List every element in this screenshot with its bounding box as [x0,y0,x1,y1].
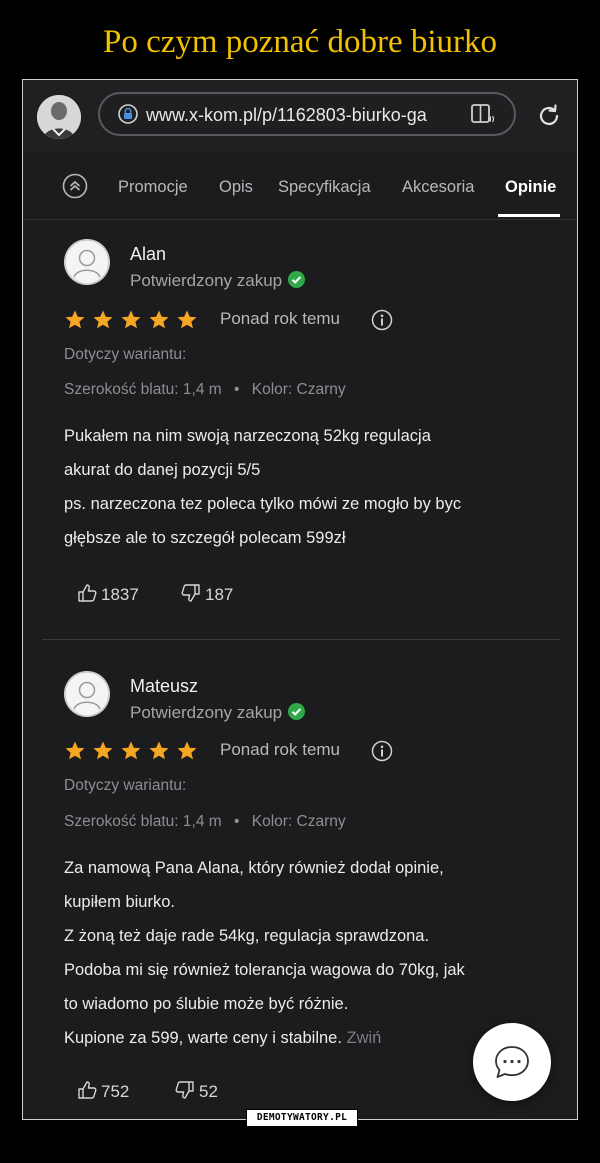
star-icon [65,310,85,329]
like-button[interactable]: 752 [76,1079,129,1103]
review-line: głębsze ale to szczegół polecam 599zł [64,529,346,547]
tab-promocje[interactable]: Promocje [118,177,188,197]
verified-purchase: Potwierdzony zakup [130,270,306,292]
scroll-to-top-icon[interactable] [62,173,88,199]
review-line: ps. narzeczona tez poleca tylko mówi ze … [64,495,462,513]
star-icon [65,741,85,760]
dislike-count: 52 [199,1082,218,1101]
reload-icon[interactable] [536,103,562,129]
variant-detail: Szerokość blatu: 1,4 m • Kolor: Czarny [64,813,346,830]
screenshot-frame: www.x-kom.pl/p/1162803-biurko-ga Promocj… [22,79,578,1120]
star-rating [64,740,204,762]
review-author: Mateusz [130,676,199,696]
browser-bar: www.x-kom.pl/p/1162803-biurko-ga [24,81,576,153]
verified-check-icon [288,703,306,720]
app-screen: www.x-kom.pl/p/1162803-biurko-ga Promocj… [24,81,576,1118]
variant-width: Szerokość blatu: 1,4 m [64,381,222,398]
review-line: Z żoną też daje rade 54kg, regulacja spr… [64,927,430,945]
review-divider [42,639,560,640]
dislike-button[interactable]: 52 [174,1079,218,1103]
star-icon [93,741,113,760]
verified-label: Potwierdzony zakup [130,703,283,722]
variant-label: Dotyczy wariantu: [64,346,187,363]
variant-label: Dotyczy wariantu: [64,777,187,794]
review-line-text: Kupione za 599, warte ceny i stabilne. [64,1029,342,1047]
review-date: Ponad rok temu [220,309,341,328]
tab-opis[interactable]: Opis [219,177,253,197]
review-author: Alan [130,244,167,264]
thumbs-down-icon [181,584,200,602]
star-icon [121,741,141,760]
verified-check-icon [288,271,306,288]
star-icon [177,741,197,760]
profile-avatar[interactable] [37,95,81,139]
verified-label: Potwierdzony zakup [130,271,283,290]
url-text: www.x-kom.pl/p/1162803-biurko-ga [146,105,427,125]
dislike-button[interactable]: 187 [180,582,233,606]
review-line: akurat do danej pozycji 5/5 [64,461,261,479]
reader-mode-icon[interactable] [470,103,496,127]
star-icon [121,310,141,329]
review-line: Za namową Pana Alana, który również doda… [64,859,444,877]
star-icon [149,310,169,329]
chat-button[interactable] [473,1023,551,1101]
review-line: Podoba mi się również tolerancja wagowa … [64,961,465,979]
variant-width: Szerokość blatu: 1,4 m [64,813,222,830]
chat-bubble-icon [495,1046,529,1078]
star-icon [93,310,113,329]
like-count: 752 [101,1082,130,1101]
thumbs-up-icon [78,584,97,602]
star-icon [177,310,197,329]
info-icon[interactable] [371,309,393,331]
collapse-link[interactable]: Zwiń [347,1029,382,1047]
like-count: 1837 [101,585,139,604]
like-button[interactable]: 1837 [76,582,139,606]
star-icon [149,741,169,760]
review-date: Ponad rok temu [220,740,341,759]
variant-detail: Szerokość blatu: 1,4 m • Kolor: Czarny [64,381,346,398]
tab-opinie[interactable]: Opinie [505,177,556,197]
info-icon[interactable] [371,740,393,762]
watermark: DEMOTYWATORY.PL [246,1109,358,1127]
variant-color: Kolor: Czarny [251,381,346,398]
meme-title: Po czym poznać dobre biurko [102,24,498,60]
review-line: kupiłem biurko. [64,893,175,911]
variant-color: Kolor: Czarny [251,813,346,830]
product-tabs: Promocje Opis Specyfikacja Akcesoria Opi… [24,153,576,220]
tab-specyfikacja[interactable]: Specyfikacja [278,177,371,197]
active-tab-indicator [498,214,560,217]
user-avatar [64,671,110,717]
review-line: to wiadomo po ślubie może być różnie. [64,995,349,1013]
review-line: Pukałem na nim swoją narzeczoną 52kg reg… [64,427,431,445]
thumbs-down-icon [175,1081,194,1099]
star-rating [64,309,204,331]
thumbs-up-icon [78,1081,97,1099]
verified-purchase: Potwierdzony zakup [130,702,306,724]
dislike-count: 187 [205,585,234,604]
user-avatar [64,239,110,285]
lock-icon [118,104,138,124]
address-bar[interactable]: www.x-kom.pl/p/1162803-biurko-ga [98,92,516,136]
tab-akcesoria[interactable]: Akcesoria [402,177,474,197]
review-text: Pukałem na nim swoją narzeczoną 52kg reg… [64,419,554,555]
